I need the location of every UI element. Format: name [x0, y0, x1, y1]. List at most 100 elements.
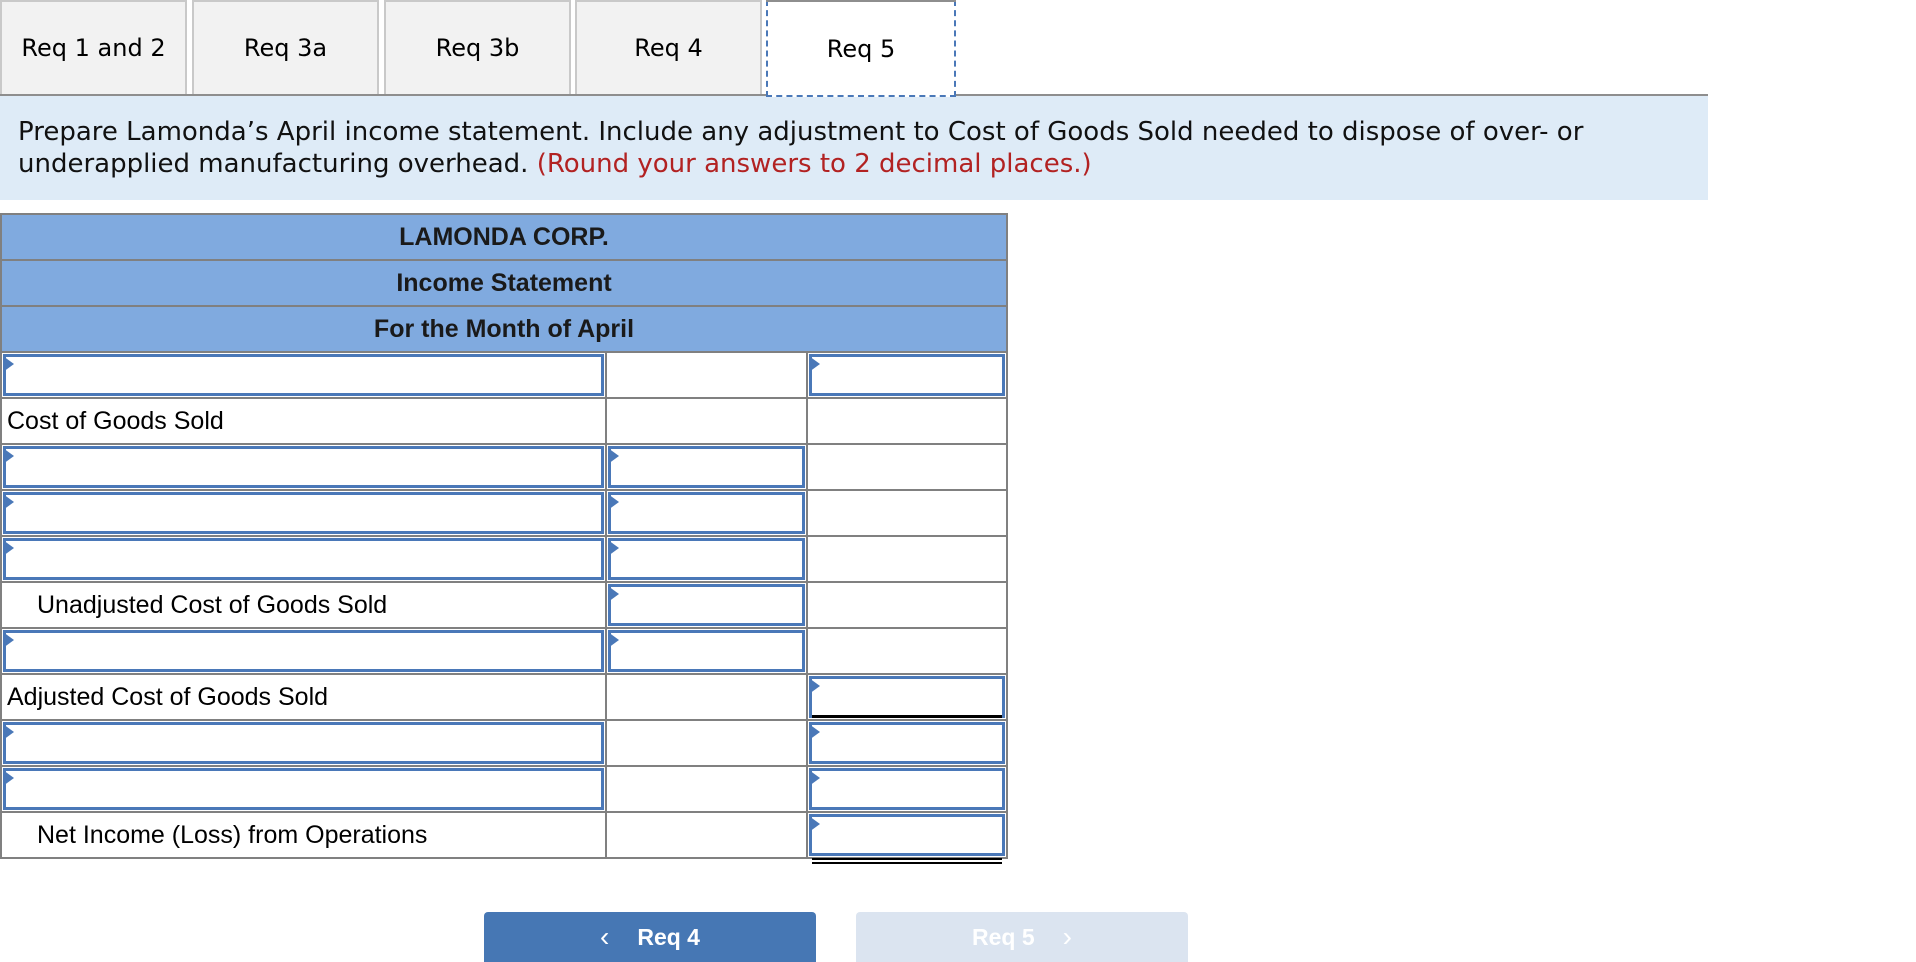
account-input[interactable] — [6, 771, 601, 807]
amount-cell — [605, 489, 808, 537]
total-cell — [806, 443, 1008, 491]
total-cell — [806, 719, 1008, 767]
next-req-button[interactable]: Req 5 › — [856, 912, 1188, 962]
account-input[interactable] — [6, 449, 601, 485]
account-cell — [0, 719, 607, 767]
amount-input[interactable] — [611, 587, 802, 623]
amount-cell — [605, 351, 808, 399]
account-dropdown[interactable] — [3, 446, 604, 488]
amount-input[interactable] — [611, 633, 802, 669]
table-row — [0, 351, 1008, 399]
requirement-tabs: Req 1 and 2 Req 3a Req 3b Req 4 Req 5 — [0, 0, 1708, 97]
amount-cell — [605, 811, 808, 859]
amount-cell — [605, 443, 808, 491]
amount-input[interactable] — [611, 495, 802, 531]
total-cell — [806, 673, 1008, 721]
account-cell — [0, 489, 607, 537]
amount-field[interactable] — [608, 492, 805, 534]
account-dropdown[interactable] — [3, 768, 604, 810]
amount-field[interactable] — [608, 584, 805, 626]
net-income-input[interactable] — [812, 817, 1002, 853]
tab-label: Req 1 and 2 — [21, 34, 166, 62]
row-label: Unadjusted Cost of Goods Sold — [0, 581, 607, 629]
rounding-note: (Round your answers to 2 decimal places.… — [536, 149, 1092, 179]
amount-cell — [605, 673, 808, 721]
tab-req-3a[interactable]: Req 3a — [192, 0, 379, 94]
table-row — [0, 719, 1008, 767]
total-field[interactable] — [809, 768, 1005, 810]
tab-label: Req 3a — [243, 34, 328, 62]
amount-field[interactable] — [608, 630, 805, 672]
account-dropdown[interactable] — [3, 538, 604, 580]
total-cell — [806, 627, 1008, 675]
account-input[interactable] — [6, 633, 601, 669]
total-cell — [806, 581, 1008, 629]
account-cell — [0, 351, 607, 399]
account-cell — [0, 443, 607, 491]
prev-req-button[interactable]: ‹ Req 4 — [484, 912, 816, 962]
account-dropdown[interactable] — [3, 492, 604, 534]
net-income-field[interactable] — [809, 814, 1005, 860]
table-row — [0, 489, 1008, 537]
amount-field[interactable] — [608, 538, 805, 580]
account-cell — [0, 765, 607, 813]
tab-req-5[interactable]: Req 5 — [766, 0, 956, 97]
table-row: Cost of Goods Sold — [0, 397, 1008, 445]
tab-req-1-and-2[interactable]: Req 1 and 2 — [0, 0, 187, 94]
instructions-panel: Prepare Lamonda’s April income statement… — [0, 96, 1708, 200]
total-cell — [806, 489, 1008, 537]
total-field[interactable] — [809, 354, 1005, 396]
amount-cell — [605, 627, 808, 675]
amount-cell — [605, 719, 808, 767]
tab-req-4[interactable]: Req 4 — [575, 0, 762, 94]
row-label: Cost of Goods Sold — [0, 397, 607, 445]
amount-cell — [605, 765, 808, 813]
total-input[interactable] — [812, 725, 1002, 761]
table-row: Net Income (Loss) from Operations — [0, 811, 1008, 860]
account-cell — [0, 627, 607, 675]
company-name: LAMONDA CORP. — [0, 213, 1008, 261]
total-cell — [806, 351, 1008, 399]
table-row — [0, 765, 1008, 813]
account-input[interactable] — [6, 725, 601, 761]
account-input[interactable] — [6, 541, 601, 577]
statement-title: Income Statement — [0, 259, 1008, 307]
account-dropdown[interactable] — [3, 722, 604, 764]
amount-cell — [605, 397, 808, 445]
next-req-label: Req 5 — [972, 923, 1035, 950]
table-row — [0, 627, 1008, 675]
amount-cell — [605, 535, 808, 583]
chevron-left-icon: ‹ — [600, 921, 610, 952]
amount-cell — [605, 581, 808, 629]
total-input[interactable] — [812, 771, 1002, 807]
table-row: Unadjusted Cost of Goods Sold — [0, 581, 1008, 629]
total-field[interactable] — [809, 722, 1005, 764]
account-input[interactable] — [6, 357, 601, 393]
account-cell — [0, 535, 607, 583]
amount-field[interactable] — [608, 446, 805, 488]
income-statement-table: LAMONDA CORP. Income Statement For the M… — [0, 213, 1008, 860]
row-label: Adjusted Cost of Goods Sold — [0, 673, 607, 721]
tab-label: Req 4 — [634, 34, 703, 62]
total-cell — [806, 811, 1008, 860]
prev-req-label: Req 4 — [637, 923, 700, 950]
tab-label: Req 5 — [826, 34, 896, 63]
total-cell — [806, 535, 1008, 583]
amount-input[interactable] — [611, 449, 802, 485]
total-field[interactable] — [809, 676, 1005, 718]
table-row — [0, 535, 1008, 583]
account-dropdown[interactable] — [3, 630, 604, 672]
tab-req-3b[interactable]: Req 3b — [384, 0, 571, 94]
table-row: Adjusted Cost of Goods Sold — [0, 673, 1008, 721]
total-input[interactable] — [812, 679, 1002, 715]
chevron-right-icon: › — [1062, 921, 1072, 952]
table-row — [0, 443, 1008, 491]
amount-input[interactable] — [611, 541, 802, 577]
tab-label: Req 3b — [435, 34, 520, 62]
account-dropdown[interactable] — [3, 354, 604, 396]
account-input[interactable] — [6, 495, 601, 531]
total-cell — [806, 397, 1008, 445]
total-cell — [806, 765, 1008, 813]
total-input[interactable] — [812, 357, 1002, 393]
statement-period: For the Month of April — [0, 305, 1008, 353]
